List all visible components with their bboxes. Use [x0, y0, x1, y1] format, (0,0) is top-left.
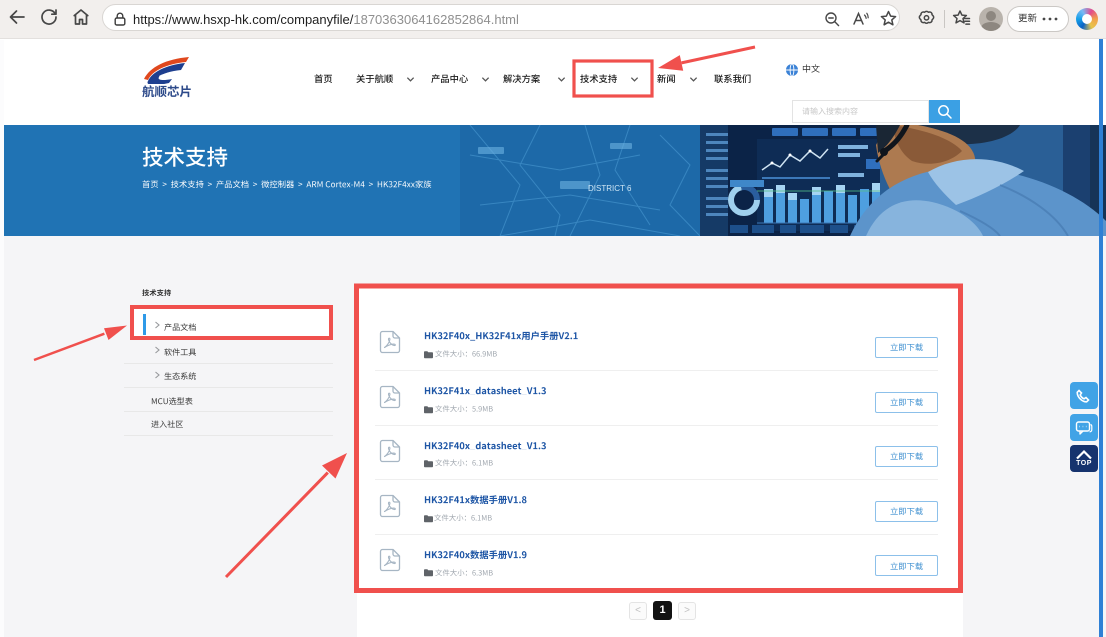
svg-text:DISTRICT 6: DISTRICT 6 [588, 184, 632, 193]
